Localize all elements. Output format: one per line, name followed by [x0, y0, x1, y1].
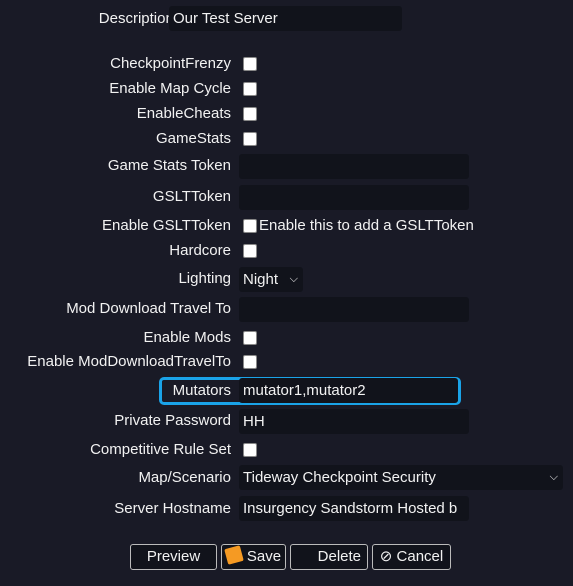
game-stats-token-label: Game Stats Token	[107, 157, 231, 174]
mutators-label: Mutators	[172, 382, 231, 399]
private-password-input[interactable]: HH	[239, 409, 469, 434]
enable-cheats-label: EnableCheats	[136, 105, 231, 122]
enable-mods-label: Enable Mods	[143, 329, 231, 346]
server-hostname-input[interactable]: Insurgency Sandstorm Hosted b	[239, 496, 469, 521]
map-scenario-select[interactable]: Tideway Checkpoint Security ⌵	[239, 465, 563, 490]
description-input[interactable]: Our Test Server	[169, 6, 402, 31]
gslt-token-label: GSLTToken	[152, 188, 231, 205]
lighting-value: Night	[243, 271, 279, 288]
checkpoint-frenzy-label: CheckpointFrenzy	[110, 55, 231, 72]
lighting-label: Lighting	[178, 270, 231, 287]
game-stats-label: GameStats	[155, 130, 231, 147]
enable-gslt-token-hint: Enable this to add a GSLTToken	[259, 217, 474, 234]
save-button[interactable]: Save	[221, 544, 286, 570]
game-stats-token-input[interactable]	[239, 154, 469, 179]
enable-map-cycle-label: Enable Map Cycle	[109, 80, 231, 97]
mod-download-travel-to-label: Mod Download Travel To	[66, 300, 231, 317]
mod-download-travel-to-input[interactable]	[239, 297, 469, 322]
cancel-button[interactable]: ⊘ Cancel	[372, 544, 451, 570]
enable-mod-download-travel-to-label: Enable ModDownloadTravelTo	[27, 353, 231, 370]
competitive-rule-set-checkbox[interactable]	[243, 443, 257, 457]
lighting-select[interactable]: Night ⌵	[239, 267, 303, 292]
preview-button[interactable]: Preview	[130, 544, 217, 570]
chevron-down-icon: ⌵	[289, 273, 298, 285]
competitive-rule-set-label: Competitive Rule Set	[90, 441, 231, 458]
mutators-input[interactable]: mutator1,mutator2	[239, 378, 458, 403]
enable-cheats-checkbox[interactable]	[243, 107, 257, 121]
floppy-disk-icon	[224, 545, 244, 565]
game-stats-checkbox[interactable]	[243, 132, 257, 146]
gslt-token-input[interactable]	[239, 185, 469, 210]
save-label: Save	[246, 548, 282, 565]
preview-label: Preview	[146, 548, 201, 565]
chevron-down-icon: ⌵	[549, 471, 558, 483]
enable-mods-checkbox[interactable]	[243, 331, 257, 345]
cancel-label: Cancel	[396, 548, 444, 565]
enable-map-cycle-checkbox[interactable]	[243, 82, 257, 96]
enable-mod-download-travel-to-checkbox[interactable]	[243, 355, 257, 369]
map-scenario-value: Tideway Checkpoint Security	[243, 469, 436, 486]
hardcore-checkbox[interactable]	[243, 244, 257, 258]
server-hostname-label: Server Hostname	[114, 500, 231, 517]
checkpoint-frenzy-checkbox[interactable]	[243, 57, 257, 71]
enable-gslt-token-label: Enable GSLTToken	[102, 217, 231, 234]
map-scenario-label: Map/Scenario	[138, 469, 231, 486]
delete-label: Delete	[317, 548, 361, 565]
enable-gslt-token-checkbox[interactable]	[243, 219, 257, 233]
description-label: Description:	[98, 10, 178, 27]
delete-button[interactable]: Delete	[290, 544, 368, 570]
hardcore-label: Hardcore	[169, 242, 231, 259]
cancel-icon: ⊘	[379, 548, 397, 565]
private-password-label: Private Password	[114, 412, 231, 429]
